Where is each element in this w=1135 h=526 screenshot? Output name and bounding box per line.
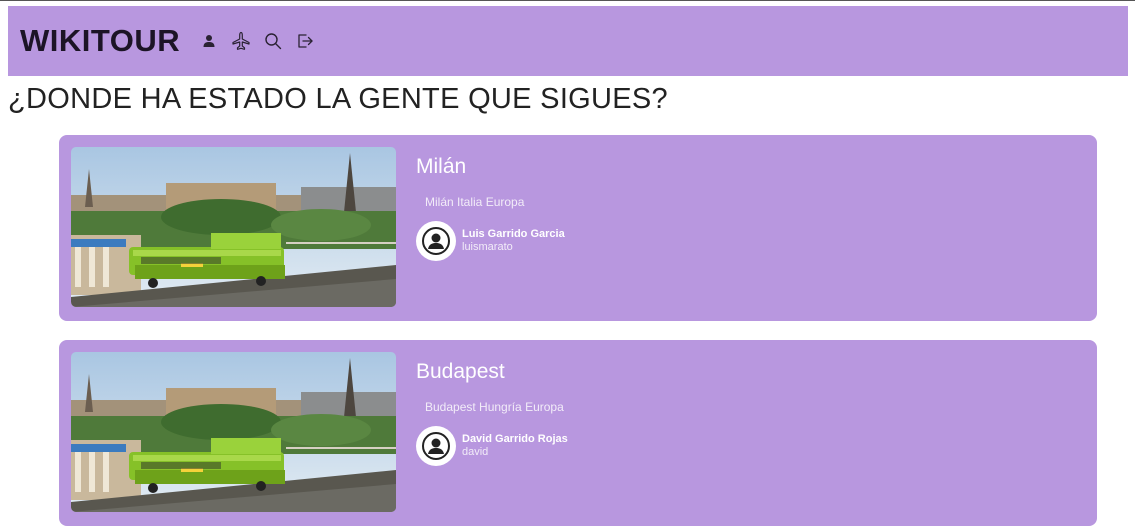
brand-logo[interactable]: WIKITOUR xyxy=(20,23,180,59)
trip-card[interactable]: Milán Milán Italia Europa Luis Garrido G… xyxy=(59,135,1097,321)
page-title: ¿DONDE HA ESTADO LA GENTE QUE SIGUES? xyxy=(8,83,668,115)
top-border xyxy=(0,0,1135,5)
trip-author[interactable]: David Garrido Rojas david xyxy=(416,426,568,466)
trip-card-body: Milán Milán Italia Europa Luis Garrido G… xyxy=(416,155,565,261)
trip-card[interactable]: Budapest Budapest Hungría Europa David G… xyxy=(59,340,1097,526)
user-avatar-icon xyxy=(422,432,450,460)
trip-image[interactable] xyxy=(71,147,396,307)
trip-image[interactable] xyxy=(71,352,396,512)
author-username: luismarato xyxy=(462,241,513,253)
author-name[interactable]: David Garrido Rojas xyxy=(462,433,568,446)
trip-location: Milán Italia Europa xyxy=(425,195,525,209)
author-username: david xyxy=(462,446,489,458)
trip-title[interactable]: Milán xyxy=(416,155,565,179)
plane-icon[interactable] xyxy=(230,30,252,52)
trip-location: Budapest Hungría Europa xyxy=(425,400,564,414)
user-avatar-icon xyxy=(422,227,450,255)
search-icon[interactable] xyxy=(262,30,284,52)
trip-author[interactable]: Luis Garrido Garcia luismarato xyxy=(416,221,565,261)
trip-title[interactable]: Budapest xyxy=(416,360,568,384)
author-info: David Garrido Rojas david xyxy=(462,433,568,459)
avatar[interactable] xyxy=(416,426,456,466)
trip-card-body: Budapest Budapest Hungría Europa David G… xyxy=(416,360,568,466)
author-name[interactable]: Luis Garrido Garcia xyxy=(462,228,565,241)
avatar[interactable] xyxy=(416,221,456,261)
author-info: Luis Garrido Garcia luismarato xyxy=(462,228,565,254)
nav-icon-group xyxy=(198,30,316,52)
navbar: WIKITOUR xyxy=(8,6,1128,76)
logout-icon[interactable] xyxy=(294,30,316,52)
user-icon[interactable] xyxy=(198,30,220,52)
